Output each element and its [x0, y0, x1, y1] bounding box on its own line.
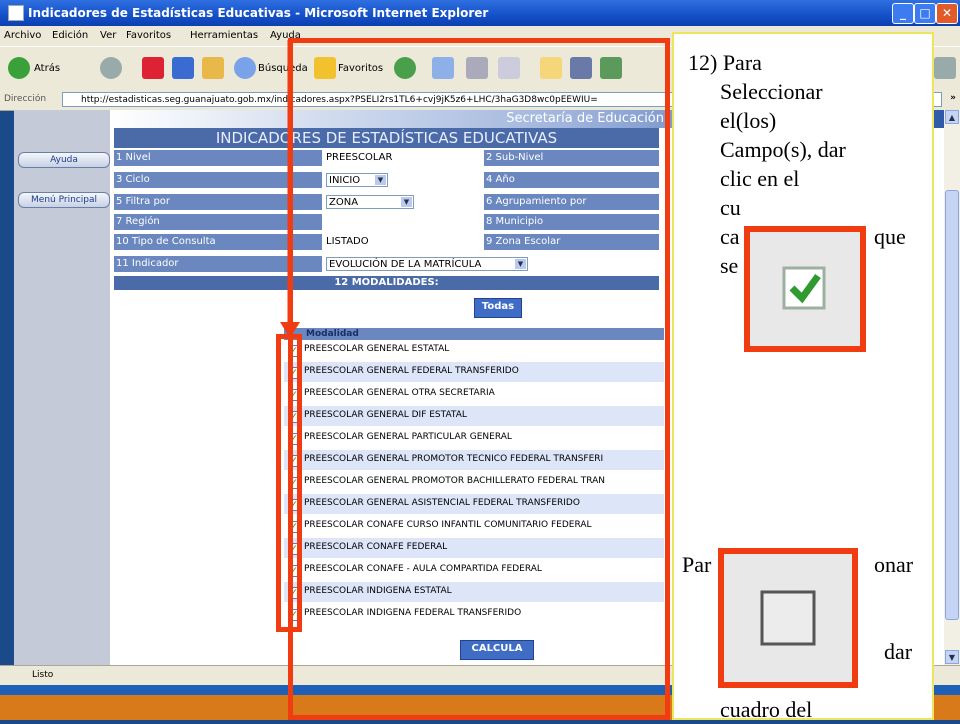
window-title: Indicadores de Estadísticas Educativas -… [28, 6, 489, 20]
menu-ver[interactable]: Ver [100, 30, 116, 41]
minimize-icon[interactable]: _ [892, 3, 914, 24]
vertical-scrollbar[interactable]: ▲ ▼ [944, 110, 960, 665]
main-menu-button[interactable]: Menú Principal [18, 192, 110, 208]
zoom-unchecked-box [718, 548, 858, 688]
menu-archivo[interactable]: Archivo [4, 30, 41, 41]
windows-logo-icon [934, 57, 956, 79]
search-icon[interactable] [234, 57, 256, 79]
stop-icon[interactable] [142, 57, 164, 79]
back-label[interactable]: Atrás [34, 63, 60, 74]
instruction-line: Campo(s), dar [720, 137, 846, 162]
checked-checkbox-icon [782, 266, 826, 310]
unchecked-checkbox-icon [760, 590, 816, 646]
forward-arrow-icon[interactable] [100, 57, 122, 79]
instruction-line: clic en el [720, 166, 800, 191]
ie-app-icon [8, 5, 24, 21]
window-title-bar: Indicadores de Estadísticas Educativas -… [0, 0, 960, 26]
maximize-icon[interactable]: □ [914, 3, 936, 24]
instruction-line: onar [874, 552, 914, 577]
zoom-checked-box [744, 226, 866, 352]
address-label: Dirección [4, 94, 47, 104]
instruction-line: cu [720, 195, 741, 220]
highlight-frame-modalities [288, 38, 670, 720]
scroll-down-icon[interactable]: ▼ [945, 650, 959, 664]
instruction-line: 12) Para [688, 50, 762, 75]
close-icon[interactable]: ✕ [936, 3, 958, 24]
instruction-line: Seleccionar [720, 79, 823, 104]
instruction-line: dar [884, 639, 913, 664]
menu-edicion[interactable]: Edición [52, 30, 88, 41]
instruction-line: que [874, 224, 906, 249]
scroll-thumb[interactable] [945, 190, 959, 620]
home-icon[interactable] [202, 57, 224, 79]
left-navigation: Ayuda Menú Principal [14, 110, 110, 665]
back-arrow-icon[interactable] [8, 57, 30, 79]
highlight-frame-checkboxes [276, 334, 302, 632]
instruction-line: el(los) [720, 108, 777, 133]
links-chevron-icon[interactable]: » [950, 93, 956, 103]
status-text: Listo [32, 670, 54, 680]
help-button[interactable]: Ayuda [18, 152, 110, 168]
scroll-up-icon[interactable]: ▲ [945, 110, 959, 124]
menu-favoritos[interactable]: Favoritos [126, 30, 171, 41]
menu-herramientas[interactable]: Herramientas [190, 30, 258, 41]
instruction-line: se [720, 253, 739, 278]
refresh-icon[interactable] [172, 57, 194, 79]
instruction-line: ca [720, 224, 740, 249]
instruction-line: Par [682, 552, 712, 577]
pointer-arrow [280, 40, 300, 338]
